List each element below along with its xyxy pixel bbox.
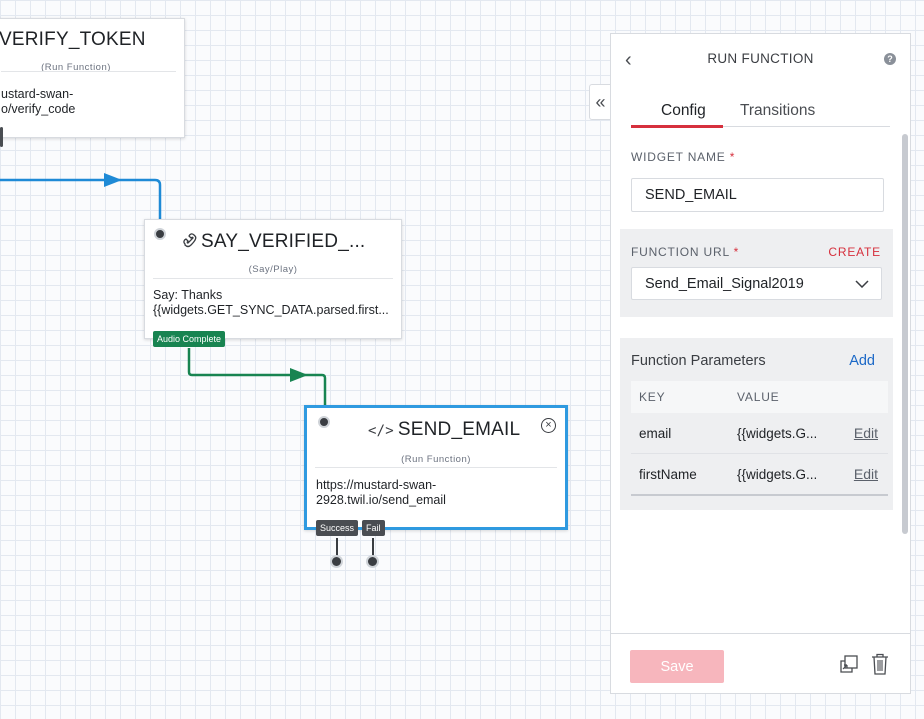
column-header-key: KEY	[639, 390, 666, 404]
transition-stub	[372, 538, 374, 556]
inspector-panel: ‹ RUN FUNCTION ? Config Transitions WIDG…	[610, 33, 911, 694]
function-parameters-title: Function Parameters	[631, 353, 766, 369]
create-function-link[interactable]: CREATE	[828, 245, 881, 259]
node-separator	[315, 467, 557, 468]
function-url-section: FUNCTION URL * CREATE Send_Email_Signal2…	[620, 229, 893, 317]
transition-audio-complete[interactable]: Audio Complete	[153, 331, 226, 347]
node-verify-token[interactable]: VERIFY_TOKEN (Run Function) ustard-swan-…	[0, 18, 185, 138]
panel-title: RUN FUNCTION	[707, 51, 814, 66]
wire-arrow-green	[290, 368, 308, 382]
node-body-line2: {{widgets.GET_SYNC_DATA.parsed.first...	[153, 303, 389, 317]
chevron-down-icon	[855, 280, 869, 288]
panel-footer: Save	[611, 633, 910, 693]
function-url-label: FUNCTION URL *	[631, 245, 739, 259]
required-mark: *	[729, 150, 736, 164]
active-tab-indicator	[631, 125, 723, 128]
edit-param-link[interactable]: Edit	[843, 466, 888, 482]
node-body-line2: o/verify_code	[1, 102, 76, 116]
node-send-email[interactable]: </> SEND_EMAIL × (Run Function) https://m…	[304, 405, 568, 530]
required-mark: *	[733, 245, 740, 259]
function-url-select[interactable]: Send_Email_Signal2019	[631, 267, 882, 300]
duplicate-icon[interactable]	[839, 654, 859, 674]
panel-tabs: Config Transitions	[631, 102, 890, 128]
tab-transitions[interactable]: Transitions	[740, 102, 815, 120]
label-text: WIDGET NAME	[631, 150, 726, 164]
label-text: FUNCTION URL	[631, 245, 730, 259]
node-title: SAY_VERIFIED_...	[181, 231, 365, 253]
node-body-line1: https://mustard-swan-	[316, 478, 437, 492]
node-say-verified[interactable]: SAY_VERIFIED_... (Say/Play) Say: Thanks …	[144, 219, 402, 339]
tab-label: Transitions	[740, 102, 816, 119]
widget-name-label: WIDGET NAME *	[631, 150, 735, 164]
wire-arrow-blue	[104, 173, 122, 187]
tab-config[interactable]: Config	[661, 102, 706, 120]
double-chevron-left-icon: «	[595, 91, 606, 112]
param-key: firstName	[639, 466, 697, 482]
panel-scrollbar[interactable]	[902, 134, 908, 534]
column-header-value: VALUE	[737, 390, 780, 404]
tab-label: Config	[661, 102, 706, 119]
node-title-text: SAY_VERIFIED_...	[201, 231, 366, 252]
trash-icon[interactable]	[871, 653, 889, 675]
wire-say-to-send	[187, 348, 327, 407]
add-parameter-link[interactable]: Add	[849, 353, 875, 369]
panel-header: ‹ RUN FUNCTION ?	[611, 34, 910, 86]
phone-icon	[183, 233, 197, 248]
code-icon: </>	[368, 423, 394, 439]
node-body-line1: Say: Thanks	[153, 288, 223, 302]
node-title: VERIFY_TOKEN	[0, 29, 146, 50]
transition-stub	[336, 538, 338, 556]
transition-badge[interactable]	[0, 127, 3, 147]
input-value: SEND_EMAIL	[645, 187, 737, 203]
param-value: {{widgets.G...	[737, 466, 818, 482]
save-button[interactable]: Save	[630, 650, 724, 683]
node-subtitle: (Say/Play)	[248, 264, 298, 275]
param-key: email	[639, 425, 672, 441]
node-body-line1: ustard-swan-	[1, 87, 74, 101]
close-icon[interactable]: ×	[541, 418, 556, 433]
param-value: {{widgets.G...	[737, 425, 818, 441]
transition-endpoint-success[interactable]	[330, 555, 343, 568]
select-value: Send_Email_Signal2019	[645, 275, 804, 292]
node-input-handle[interactable]	[154, 228, 166, 240]
transition-success[interactable]: Success	[316, 520, 359, 536]
table-bottom-border	[631, 494, 888, 496]
table-row: firstName {{widgets.G... Edit	[631, 454, 888, 494]
table-header: KEY VALUE	[631, 381, 888, 413]
widget-name-input[interactable]: SEND_EMAIL	[631, 178, 884, 212]
node-separator	[1, 71, 176, 72]
node-subtitle: (Run Function)	[401, 454, 471, 465]
transition-endpoint-fail[interactable]	[366, 555, 379, 568]
node-body-line2: 2928.twil.io/send_email	[316, 493, 446, 507]
node-title-text: SEND_EMAIL	[397, 419, 521, 440]
parameters-table: KEY VALUE email {{widgets.G... Edit firs…	[631, 381, 888, 496]
node-title: </> SEND_EMAIL	[368, 419, 520, 441]
edit-param-link[interactable]: Edit	[843, 425, 888, 441]
node-separator	[153, 278, 393, 279]
node-input-handle[interactable]	[318, 416, 330, 428]
collapse-panel-button[interactable]: «	[589, 84, 611, 120]
help-icon[interactable]: ?	[884, 53, 896, 65]
transition-fail[interactable]: Fail	[362, 520, 385, 536]
wire-verify-to-say	[0, 178, 162, 222]
table-row: email {{widgets.G... Edit	[631, 413, 888, 454]
